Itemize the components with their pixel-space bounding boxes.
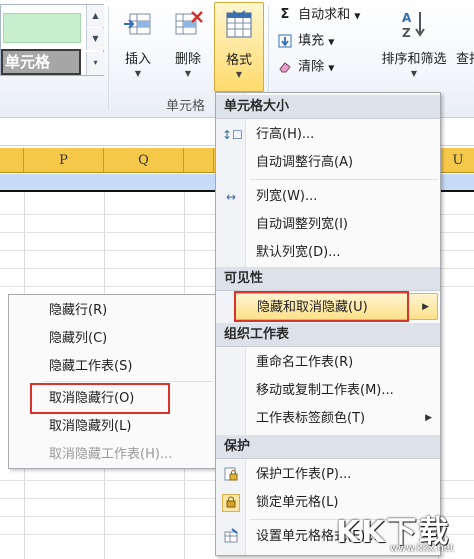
- menu-item-label: 重命名工作表(R): [256, 355, 354, 370]
- chevron-down-icon: ▼: [184, 69, 192, 78]
- gallery-scroll-down-icon[interactable]: ▼: [86, 28, 104, 50]
- menu-item-label: 行高(H)...: [256, 127, 315, 142]
- section-visibility: 可见性: [216, 267, 440, 291]
- hide-unhide-submenu: 隐藏行(R) 隐藏列(C) 隐藏工作表(S) 取消隐藏行(O) 取消隐藏列(L)…: [8, 294, 216, 469]
- format-cells-dialog-icon: [222, 528, 240, 546]
- lock-icon: [222, 494, 240, 512]
- svg-text:A: A: [402, 11, 412, 25]
- menu-item-label: 取消隐藏列(L): [49, 419, 132, 434]
- fill-label: 填充: [298, 33, 325, 49]
- chevron-down-icon: ▼: [235, 70, 243, 79]
- menu-item-label: 隐藏列(C): [49, 331, 108, 346]
- sort-az-icon: A Z: [402, 11, 425, 40]
- format-cells-icon: [226, 10, 252, 38]
- format-dropdown-menu: 单元格大小 ↕☐ 行高(H)... 自动调整行高(A) ↔ 列宽(W)... 自…: [215, 92, 441, 556]
- menu-item-label: 隐藏行(R): [49, 303, 108, 318]
- sort-filter-label: 排序和筛选: [381, 52, 447, 67]
- menu-item-tab-color[interactable]: 工作表标签颜色(T) ▶: [216, 405, 440, 432]
- svg-text:Z: Z: [402, 26, 411, 40]
- column-header-p[interactable]: P: [24, 148, 104, 173]
- column-width-icon: ↔: [225, 190, 237, 204]
- menu-item-default-width[interactable]: 默认列宽(D)...: [216, 239, 440, 266]
- submenu-arrow-icon: ▶: [422, 302, 429, 312]
- section-organize-sheets: 组织工作表: [216, 323, 440, 347]
- menu-item-label: 保护工作表(P)...: [256, 467, 352, 482]
- menu-item-autofit-row-height[interactable]: 自动调整行高(A): [216, 149, 440, 176]
- menu-item-label: 隐藏和取消隐藏(U): [257, 300, 368, 315]
- autosum-label: 自动求和: [298, 7, 351, 23]
- menu-item-row-height[interactable]: ↕☐ 行高(H)...: [216, 121, 440, 148]
- menu-item-label: 工作表标签颜色(T): [256, 411, 366, 426]
- clear-button[interactable]: 清除 ▼: [276, 56, 334, 78]
- fill-button[interactable]: 填充 ▼: [276, 30, 334, 52]
- menu-item-label: 移动或复制工作表(M)...: [256, 383, 394, 398]
- menu-separator: [250, 179, 438, 180]
- watermark-url: www.kkx.net: [390, 543, 454, 554]
- style-swatch-good[interactable]: [3, 13, 81, 43]
- format-label: 格式: [225, 53, 252, 68]
- section-protection: 保护: [216, 435, 440, 459]
- insert-cells-icon: [124, 13, 151, 35]
- autosum-button[interactable]: Σ 自动求和 ▼: [276, 4, 361, 26]
- menu-item-hide-rows[interactable]: 隐藏行(R): [9, 297, 215, 325]
- row-height-icon: ↕☐: [222, 128, 243, 142]
- style-swatch-check-cell[interactable]: 单元格: [1, 49, 81, 75]
- column-header[interactable]: [184, 148, 214, 173]
- chevron-down-icon: ▼: [354, 11, 361, 21]
- menu-item-label: 自动调整列宽(I): [256, 217, 348, 232]
- chevron-down-icon: ▼: [328, 37, 335, 47]
- chevron-down-icon: ▼: [410, 69, 418, 78]
- clear-label: 清除: [298, 59, 325, 75]
- sort-filter-button[interactable]: A Z 排序和筛选 ▼: [374, 8, 454, 88]
- gallery-more-icon[interactable]: ▾: [86, 52, 104, 75]
- menu-item-protect-sheet[interactable]: 保护工作表(P)...: [216, 461, 440, 488]
- menu-item-label: 列宽(W)...: [256, 189, 318, 204]
- section-cell-size: 单元格大小: [216, 95, 440, 119]
- menu-item-autofit-column-width[interactable]: 自动调整列宽(I): [216, 211, 440, 238]
- menu-item-label: 取消隐藏行(O): [49, 391, 135, 406]
- find-select-label[interactable]: 查找: [456, 48, 474, 67]
- fill-down-icon: [276, 30, 294, 52]
- cell-styles-gallery[interactable]: 单元格 ▲ ▼ ▾: [0, 4, 104, 76]
- menu-item-label: 默认列宽(D)...: [256, 245, 341, 260]
- insert-label: 插入: [124, 52, 151, 67]
- chevron-down-icon: ▼: [134, 69, 142, 78]
- gallery-scroll-up-icon[interactable]: ▲: [86, 5, 104, 27]
- menu-item-label: 自动调整行高(A): [256, 155, 354, 170]
- menu-item-hide-columns[interactable]: 隐藏列(C): [9, 325, 215, 353]
- chevron-down-icon: ▼: [328, 63, 335, 73]
- delete-label: 删除: [174, 52, 201, 67]
- eraser-icon: [276, 56, 294, 78]
- group-label-cells: 单元格: [166, 99, 206, 114]
- insert-button[interactable]: 插入 ▼: [116, 8, 160, 88]
- menu-item-hide-unhide[interactable]: 隐藏和取消隐藏(U) ▶: [234, 293, 438, 320]
- column-header-u[interactable]: U: [438, 148, 474, 173]
- menu-item-column-width[interactable]: ↔ 列宽(W)...: [216, 183, 440, 210]
- delete-button[interactable]: 删除 ▼: [166, 8, 210, 88]
- menu-item-unhide-columns[interactable]: 取消隐藏列(L): [9, 413, 215, 441]
- menu-item-label: 隐藏工作表(S): [49, 359, 133, 374]
- menu-item-hide-sheet[interactable]: 隐藏工作表(S): [9, 353, 215, 381]
- column-header[interactable]: [0, 148, 24, 173]
- menu-item-rename-sheet[interactable]: 重命名工作表(R): [216, 349, 440, 376]
- watermark: KK下载 www.kkx.net: [326, 503, 472, 557]
- menu-item-unhide-rows[interactable]: 取消隐藏行(O): [9, 385, 215, 413]
- sigma-icon: Σ: [280, 7, 290, 22]
- group-separator: [108, 6, 109, 110]
- submenu-arrow-icon: ▶: [425, 413, 432, 423]
- menu-item-move-copy-sheet[interactable]: 移动或复制工作表(M)...: [216, 377, 440, 404]
- menu-separator: [43, 381, 213, 382]
- menu-item-unhide-sheet: 取消隐藏工作表(H)...: [9, 441, 215, 469]
- delete-cells-icon: [175, 11, 203, 35]
- protect-sheet-icon: [222, 466, 240, 484]
- format-button[interactable]: 格式 ▼: [214, 2, 264, 92]
- menu-item-label: 取消隐藏工作表(H)...: [49, 447, 173, 462]
- column-header-q[interactable]: Q: [104, 148, 184, 173]
